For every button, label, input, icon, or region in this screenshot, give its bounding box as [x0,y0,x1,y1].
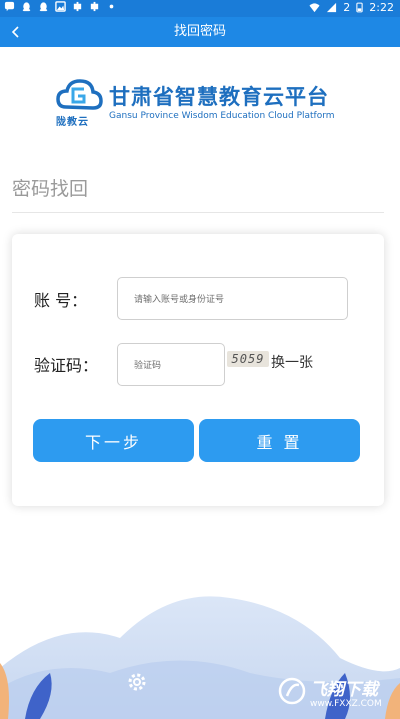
chat-bubble-icon [4,1,15,12]
captcha-input[interactable]: 验证码 [117,343,225,386]
watermark-text: 飞翔下载 [310,680,378,700]
platform-logo: 陇教云 甘肃省智慧教育云平台 Gansu Province Wisdom Edu… [54,77,344,128]
recovery-form-card: 账 号： 请输入账号或身份证号 验证码： 验证码 5059 换一张 下一步 重 … [12,234,384,506]
next-button[interactable]: 下一步 [33,419,194,462]
status-bar-left [4,1,117,12]
page-title: 找回密码 [173,24,226,39]
section-title: 密码找回 [12,178,89,200]
gallery-icon [55,1,66,12]
qq-icon [22,2,31,12]
bug-icon [90,1,99,12]
watermark-url: www.FXXZ.COM [310,699,382,709]
status-bar-right: 2 2:22 [309,1,394,14]
refresh-captcha-link[interactable]: 换一张 [271,352,313,372]
captcha-label: 验证码： [34,356,99,375]
reset-button[interactable]: 重 置 [199,419,360,462]
account-placeholder: 请输入账号或身份证号 [134,295,225,305]
app-bar: 找回密码 [0,17,400,47]
status-time: 2:22 [369,1,394,14]
bug-icon [73,1,82,12]
account-label: 账 号： [34,291,88,310]
watermark-logo-icon [278,677,306,705]
status-bar: 2 2:22 [0,0,400,17]
dot-icon [109,4,114,9]
divider [12,212,384,213]
captcha-placeholder: 验证码 [134,361,162,371]
platform-name-en: Gansu Province Wisdom Education Cloud Pl… [109,111,335,121]
logo-mark-text: 陇教云 [56,117,89,128]
account-input[interactable]: 请输入账号或身份证号 [117,277,348,320]
wifi-icon [309,3,320,13]
signal-icon [327,2,337,13]
battery-level: 2 [343,1,351,14]
qq-icon [39,2,48,12]
watermark: 飞翔下载 www.FXXZ.COM [278,675,396,717]
platform-name-cn: 甘肃省智慧教育云平台 [109,85,329,109]
gear-icon [128,673,146,691]
captcha-image[interactable]: 5059 [227,351,269,367]
battery-icon [356,2,363,13]
